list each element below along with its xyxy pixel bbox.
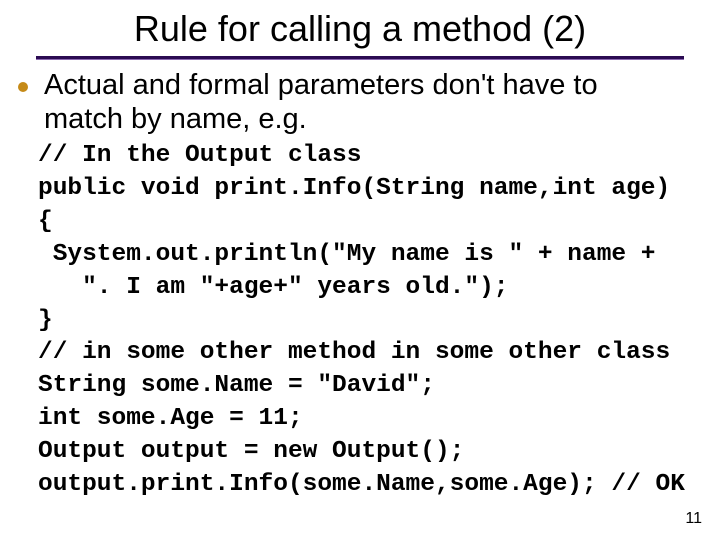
title-underline: [36, 56, 684, 60]
code-line: }: [38, 307, 53, 334]
page-number: 11: [685, 510, 702, 528]
code-line: ". I am "+age+" years old.");: [38, 274, 508, 301]
code-line: // In the Output class: [38, 142, 361, 169]
code-line: String some.Name = "David";: [38, 372, 435, 399]
code-line: {: [38, 208, 53, 235]
slide-body: Actual and formal parameters don't have …: [0, 68, 720, 502]
slide: Rule for calling a method (2) Actual and…: [0, 0, 720, 540]
slide-title: Rule for calling a method (2): [0, 0, 720, 56]
code-line: Output output = new Output();: [38, 438, 464, 465]
code-line: System.out.println("My name is " + name …: [38, 241, 656, 268]
bullet-icon: [18, 82, 28, 92]
code-line: public void print.Info(String name,int a…: [38, 175, 670, 202]
bullet-text: Actual and formal parameters don't have …: [44, 68, 676, 136]
bullet-item: Actual and formal parameters don't have …: [18, 68, 676, 136]
code-line: int some.Age = 11;: [38, 405, 303, 432]
code-line: // in some other method in some other cl…: [38, 339, 670, 366]
code-line: output.print.Info(some.Name,some.Age); /…: [38, 471, 685, 498]
code-block: // In the Output class public void print…: [38, 140, 676, 501]
